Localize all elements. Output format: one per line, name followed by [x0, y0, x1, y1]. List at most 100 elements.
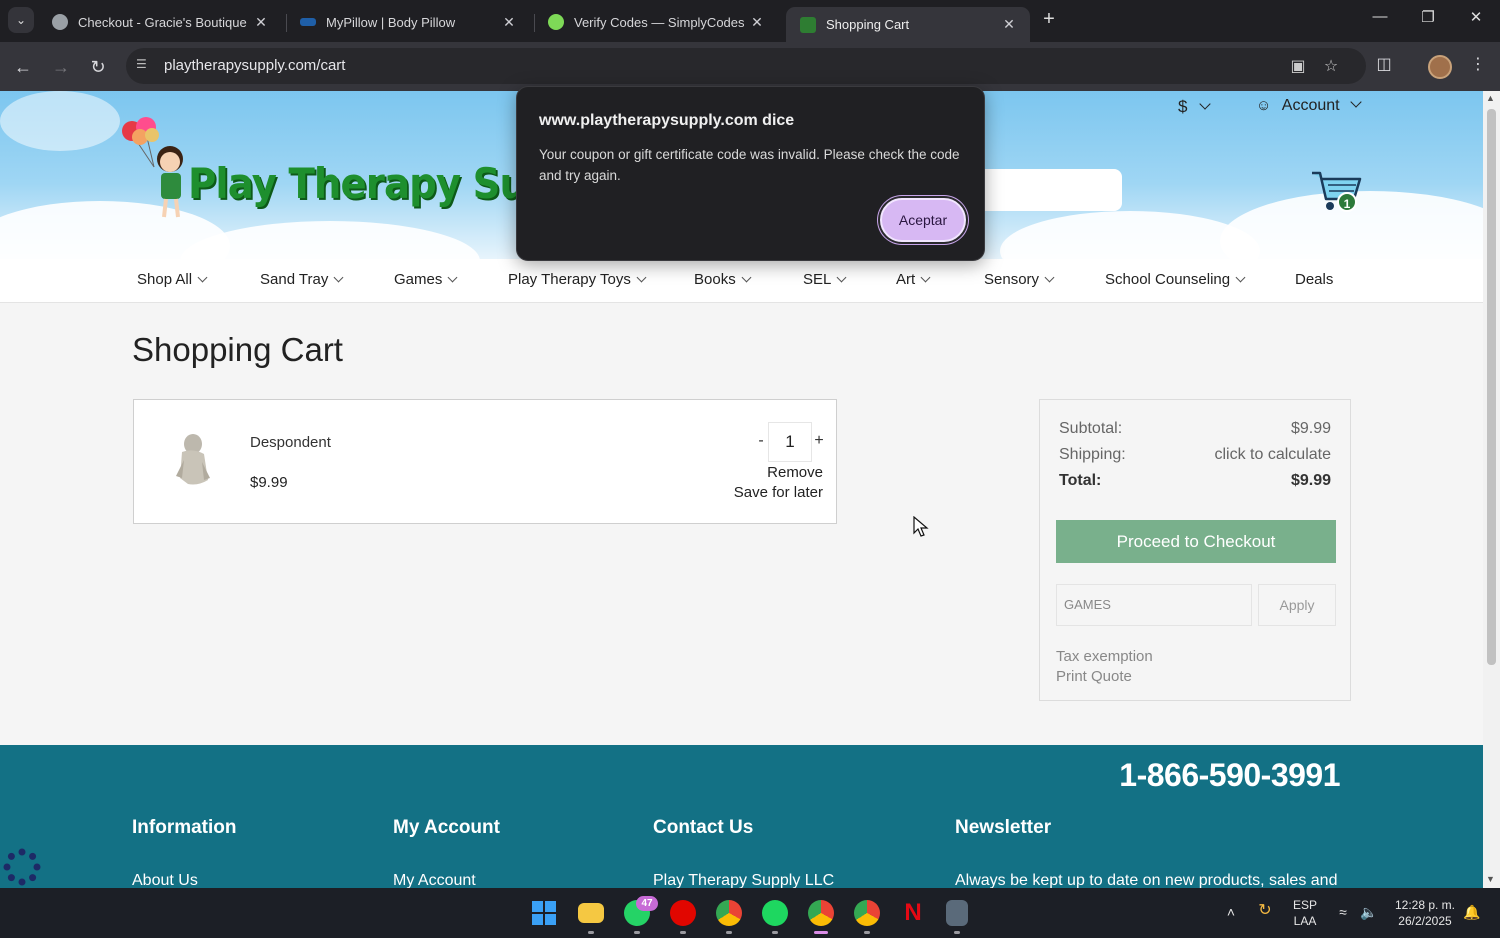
tab-label: Checkout - Gracie's Boutique	[78, 14, 247, 30]
footer-link-about-us[interactable]: About Us	[132, 872, 198, 888]
new-tab-plus-icon[interactable]: +	[1038, 8, 1060, 34]
reload-icon[interactable]: ↻	[85, 54, 111, 80]
close-window-icon[interactable]: ✕	[1461, 8, 1491, 26]
site-settings-icon[interactable]: ☰	[136, 57, 152, 73]
chrome-icon[interactable]	[716, 900, 742, 926]
tab-gracies-boutique[interactable]: Checkout - Gracie's Boutique ✕	[38, 6, 282, 38]
address-bar[interactable]: ☰ playtherapysupply.com/cart ▣ ☆	[126, 48, 1366, 84]
nav-label: Deals	[1295, 271, 1334, 288]
logo-girl-balloons-icon[interactable]	[118, 115, 198, 225]
alert-dialog: www.playtherapysupply.com dice Your coup…	[516, 86, 985, 261]
nav-shop-all[interactable]: Shop All	[137, 271, 208, 288]
shipping-label: Shipping:	[1059, 446, 1126, 463]
print-quote-link[interactable]: Print Quote	[1056, 668, 1132, 685]
nav-deals[interactable]: Deals	[1295, 271, 1333, 288]
nav-play-therapy-toys[interactable]: Play Therapy Toys	[508, 271, 647, 288]
footer-heading-information: Information	[132, 817, 237, 838]
account-menu[interactable]: ☺ Account	[1256, 96, 1362, 115]
translate-icon[interactable]: ▣	[1288, 56, 1308, 76]
wifi-icon[interactable]: ≈	[1332, 904, 1354, 920]
remove-item-link[interactable]: Remove	[767, 464, 823, 481]
page-scrollbar[interactable]: ▲ ▼	[1483, 91, 1500, 888]
chevron-down-icon	[447, 272, 458, 283]
tax-exemption-link[interactable]: Tax exemption	[1056, 648, 1153, 665]
input-language-indicator[interactable]: ESP LAA	[1290, 897, 1320, 929]
shipping-calculate-link[interactable]: click to calculate	[1215, 446, 1332, 464]
scrollbar-thumb[interactable]	[1487, 109, 1496, 665]
apply-coupon-button[interactable]: Apply	[1258, 584, 1336, 626]
dialog-message: Your coupon or gift certificate code was…	[539, 147, 960, 183]
windows-start-icon[interactable]	[532, 901, 556, 925]
more-menu-icon[interactable]: ⋮	[1465, 54, 1491, 74]
nav-school-counseling[interactable]: School Counseling	[1105, 271, 1246, 288]
proceed-to-checkout-button[interactable]: Proceed to Checkout	[1056, 520, 1336, 563]
clock-time: 12:28 p. m.	[1394, 898, 1456, 912]
sync-update-icon[interactable]: ↻	[1254, 903, 1276, 919]
opera-icon[interactable]	[670, 900, 696, 926]
restore-window-icon[interactable]: ❐	[1413, 8, 1443, 26]
chevron-down-icon	[836, 272, 847, 283]
chevron-down-icon	[1350, 96, 1362, 108]
nav-games[interactable]: Games	[394, 271, 458, 288]
back-arrow-icon[interactable]: ←	[10, 54, 36, 80]
tab-simplycodes[interactable]: Verify Codes — SimplyCodes ✕	[534, 6, 778, 38]
tab-mypillow[interactable]: MyPillow | Body Pillow ✕	[286, 6, 530, 38]
quantity-input[interactable]: 1	[768, 422, 812, 462]
close-icon[interactable]: ✕	[500, 14, 518, 31]
footer-company-name: Play Therapy Supply LLC	[653, 872, 835, 888]
simplycodes-check-icon	[548, 14, 564, 30]
close-icon[interactable]: ✕	[1000, 16, 1018, 33]
product-thumbnail[interactable]	[168, 430, 218, 488]
coupon-code-input[interactable]: GAMES	[1056, 584, 1252, 626]
bookmark-star-icon[interactable]: ☆	[1321, 56, 1341, 76]
nav-sensory[interactable]: Sensory	[984, 271, 1055, 288]
profile-avatar[interactable]	[1428, 55, 1452, 79]
tab-search-chevron-icon[interactable]: ⌄	[8, 7, 34, 33]
tab-shopping-cart[interactable]: Shopping Cart ✕	[786, 7, 1030, 42]
url-text[interactable]: playtherapysupply.com/cart	[164, 57, 345, 74]
volume-icon[interactable]: 🔈	[1358, 904, 1380, 920]
scroll-down-arrow-icon[interactable]: ▼	[1486, 874, 1495, 884]
clock[interactable]: 12:28 p. m. 26/2/2025	[1388, 897, 1462, 929]
nav-books[interactable]: Books	[694, 271, 752, 288]
spotify-icon[interactable]	[762, 900, 788, 926]
accept-button[interactable]: Aceptar	[880, 198, 966, 242]
nav-sel[interactable]: SEL	[803, 271, 847, 288]
show-hidden-icons-chevron-icon[interactable]: ˄	[1222, 904, 1240, 920]
clock-date: 26/2/2025	[1398, 914, 1452, 928]
minimize-icon[interactable]: —	[1365, 8, 1395, 25]
main-navigation: Shop All Sand Tray Games Play Therapy To…	[0, 259, 1483, 303]
forward-arrow-icon[interactable]: →	[48, 54, 74, 80]
nav-label: Play Therapy Toys	[508, 271, 631, 288]
save-for-later-link[interactable]: Save for later	[734, 484, 823, 501]
quantity-increase-button[interactable]: +	[812, 432, 826, 450]
scroll-up-arrow-icon[interactable]: ▲	[1486, 93, 1495, 103]
close-icon[interactable]: ✕	[748, 14, 766, 31]
nav-sand-tray[interactable]: Sand Tray	[260, 271, 344, 288]
globe-icon	[52, 14, 68, 30]
footer-heading-newsletter: Newsletter	[955, 817, 1052, 838]
phone-number[interactable]: 1-866-590-3991	[1119, 757, 1340, 794]
notifications-bell-icon[interactable]: 🔔	[1462, 904, 1482, 920]
netflix-icon[interactable]: N	[900, 900, 926, 926]
calculator-icon[interactable]	[946, 900, 968, 926]
browser-toolbar: ← → ↻ ☰ playtherapysupply.com/cart ▣ ☆ ◫…	[0, 42, 1500, 91]
footer-link-my-account[interactable]: My Account	[393, 872, 476, 888]
nav-art[interactable]: Art	[896, 271, 931, 288]
cart-icon[interactable]	[1306, 167, 1366, 213]
nav-label: School Counseling	[1105, 271, 1231, 288]
currency-selector[interactable]: $	[1178, 97, 1211, 117]
cloud-decoration	[0, 91, 120, 151]
tab-label: Shopping Cart	[826, 17, 910, 32]
chrome-profile-icon[interactable]	[808, 900, 834, 926]
chrome-profile-icon[interactable]	[854, 900, 880, 926]
close-icon[interactable]: ✕	[252, 14, 270, 31]
quantity-decrease-button[interactable]: -	[754, 432, 768, 450]
product-price: $9.99	[250, 474, 288, 491]
total-label: Total:	[1059, 472, 1102, 489]
extensions-puzzle-icon[interactable]: ◫	[1371, 54, 1397, 74]
product-name-link[interactable]: Despondent	[250, 434, 331, 451]
file-explorer-icon[interactable]	[578, 903, 604, 923]
nav-label: SEL	[803, 271, 832, 288]
dialog-title: www.playtherapysupply.com dice	[539, 112, 795, 129]
